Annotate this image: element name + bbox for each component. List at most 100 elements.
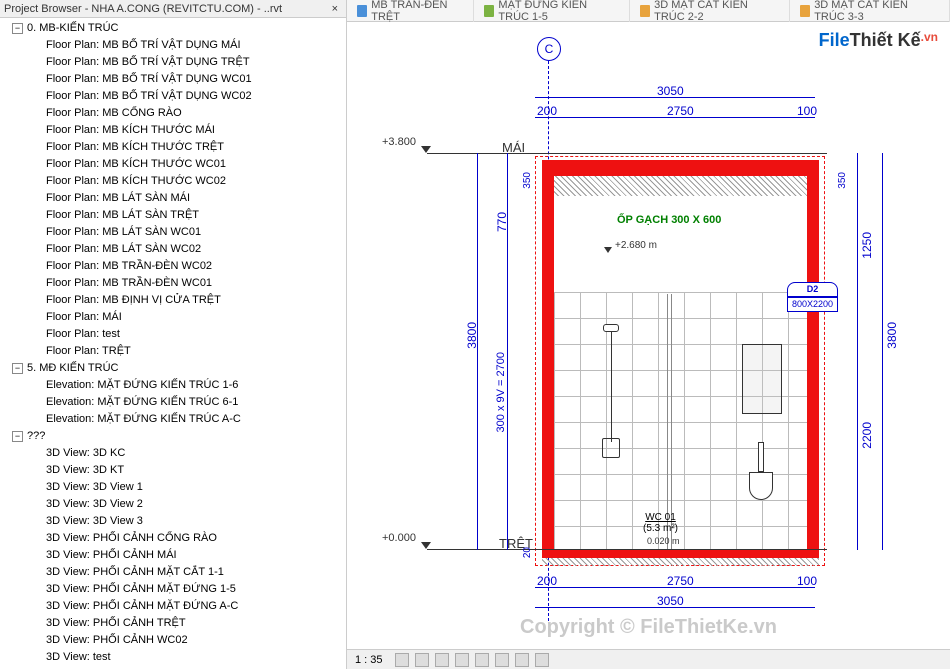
status-bar: 1 : 35 [347,649,950,669]
floor-hatch [542,558,819,566]
tree-item[interactable]: Floor Plan: TRỆT [0,343,346,360]
tree-item[interactable]: 3D View: PHỐI CẢNH WC02 [0,632,346,649]
close-icon[interactable]: × [328,3,342,15]
tree-item[interactable]: Floor Plan: MB BỐ TRÍ VẬT DỤNG WC01 [0,71,346,88]
dim-line [882,153,883,550]
floor-slab [542,550,819,558]
tree-item[interactable]: Floor Plan: MB KÍCH THƯỚC WC01 [0,156,346,173]
dim-right-total: 3800 [885,322,899,349]
dim-left-350: 350 [522,172,533,189]
tab-label: 3D MẶT CẮT KIẾN TRÚC 3-3 [814,0,939,23]
tree-item[interactable]: 3D View: test [0,649,346,666]
dim-line [477,153,478,550]
dim-left-above: 770 [495,212,509,232]
floor-level-mark: 0.020 m [647,536,680,546]
tree-item[interactable]: 3D View: 3D View 2 [0,496,346,513]
tree-item[interactable]: Floor Plan: MÁI [0,309,346,326]
browser-title: Project Browser - NHA A.CONG (REVITCTU.C… [4,3,282,15]
scale-label[interactable]: 1 : 35 [355,654,383,666]
tree-item[interactable]: Floor Plan: MB KÍCH THƯỚC WC02 [0,173,346,190]
tree-item[interactable]: Floor Plan: MB LÁT SÀN WC01 [0,224,346,241]
tree-item[interactable]: Floor Plan: MB LÁT SÀN TRỆT [0,207,346,224]
dim-right-350: 350 [837,172,848,189]
tab-label: MẶT ĐỨNG KIẾN TRÚC 1-5 [498,0,618,23]
d3-icon [800,5,810,17]
tree-item[interactable]: Elevation: MẶT ĐỨNG KIẾN TRÚC A-C [0,411,346,428]
dim-bot-total: 3050 [657,594,684,608]
tree-item[interactable]: 3D View: PHỐI CẢNH TRỆT [0,615,346,632]
sun-path-icon[interactable] [435,653,449,667]
level-mark-top: +3.800 [382,136,416,148]
expander-icon[interactable]: − [12,431,23,442]
shower-head [603,324,619,332]
tree-item[interactable]: Floor Plan: MB TRẦN-ĐÈN WC01 [0,275,346,292]
wall-right [807,160,819,555]
reveal-hidden-icon[interactable] [535,653,549,667]
tree-item[interactable]: Floor Plan: MB KÍCH THƯỚC TRỆT [0,139,346,156]
dim-left-total: 3800 [465,322,479,349]
tree-item[interactable]: 3D View: PHỐI CẢNH MẶT CẮT 1-1 [0,564,346,581]
d3-icon [640,5,650,17]
tree-item[interactable]: 3D View: PHỐI CẢNH MẶT ĐỨNG 1-5 [0,581,346,598]
ceiling-hatch [552,176,812,196]
tree-item[interactable]: Floor Plan: MB BỐ TRÍ VẬT DỤNG MÁI [0,37,346,54]
tree-item[interactable]: Floor Plan: MB ĐỊNH VỊ CỬA TRỆT [0,292,346,309]
plan-icon [357,5,367,17]
level-marker-icon [604,247,612,253]
tree-item[interactable]: Floor Plan: test [0,326,346,343]
tree-group[interactable]: −5. MĐ KIẾN TRÚC [0,360,346,377]
detail-level-icon[interactable] [395,653,409,667]
hide-isolate-icon[interactable] [515,653,529,667]
tree-item[interactable]: 3D View: PHỐI CẢNH MẶT ĐỨNG A-C [0,598,346,615]
dim-top-left: 200 [537,104,557,118]
tile-note: ỐP GẠCH 300 X 600 [617,214,721,226]
tree-item[interactable]: 3D View: 3D View 1 [0,479,346,496]
expander-icon[interactable]: − [12,363,23,374]
tree-item[interactable]: Elevation: MẶT ĐỨNG KIẾN TRÚC 1-6 [0,377,346,394]
tree-item[interactable]: Floor Plan: MB LÁT SÀN MÁI [0,190,346,207]
crop-region-icon[interactable] [495,653,509,667]
project-browser-panel: Project Browser - NHA A.CONG (REVITCTU.C… [0,0,347,669]
dim-top-total: 3050 [657,84,684,98]
tree-item[interactable]: Floor Plan: MB KÍCH THƯỚC MÁI [0,122,346,139]
mirror [742,344,782,414]
dim-top-mid: 2750 [667,104,694,118]
tree-item[interactable]: Floor Plan: MB TRẦN-ĐÈN WC02 [0,258,346,275]
tree-item[interactable]: Floor Plan: MB BỐ TRÍ VẬT DỤNG WC02 [0,88,346,105]
level-mark-mid: +2.680 m [615,240,657,251]
door-tag[interactable]: D2 800X2200 [787,282,838,312]
level-mark-bot: +0.000 [382,532,416,544]
tree-item[interactable]: Floor Plan: MB CỔNG RÀO [0,105,346,122]
watermark-logo: FileThiết Kế.vn [819,30,938,51]
dim-line [857,153,858,550]
main-area: MB TRẦN-ĐÈN TRỆT MẶT ĐỨNG KIẾN TRÚC 1-5 3D… [347,0,950,669]
room-tag[interactable]: WC 01 (5.3 m²) [643,512,678,534]
tree-item[interactable]: 3D View: 3D View 3 [0,513,346,530]
tile-wall [554,292,807,550]
tree-item[interactable]: Elevation: MẶT ĐỨNG KIẾN TRÚC 6-1 [0,394,346,411]
shadows-icon[interactable] [455,653,469,667]
expander-icon[interactable]: − [12,23,23,34]
level-line-bot [427,549,827,550]
grid-bubble[interactable]: C [537,37,561,61]
tree-group[interactable]: −0. MB-KIẾN TRÚC [0,20,346,37]
level-line-top [427,153,827,154]
tree-item[interactable]: Floor Plan: MB BỐ TRÍ VẬT DỤNG TRỆT [0,54,346,71]
drawing-canvas[interactable]: FileThiết Kế.vn C 3050 200 2750 100 +3.8… [347,22,950,669]
dim-left-20: 20 [522,547,533,558]
copyright-watermark: Copyright © FileThietKe.vn [520,616,777,639]
crop-icon[interactable] [475,653,489,667]
tree-item[interactable]: 3D View: 3D KC [0,445,346,462]
visual-style-icon[interactable] [415,653,429,667]
tree-item[interactable]: 3D View: PHỐI CẢNH MÁI [0,547,346,564]
tab-label: 3D MẶT CẮT KIẾN TRÚC 2-2 [654,0,779,23]
tree-group[interactable]: −??? [0,428,346,445]
tab-label: MB TRẦN-ĐÈN TRỆT [371,0,463,23]
tree-item[interactable]: 3D View: PHỐI CẢNH CỔNG RÀO [0,530,346,547]
roof-slab [552,160,812,176]
tree-item[interactable]: Floor Plan: MB LÁT SÀN WC02 [0,241,346,258]
dim-right-lower: 2200 [860,422,874,449]
browser-tree[interactable]: −0. MB-KIẾN TRÚCFloor Plan: MB BỐ TRÍ VẬ… [0,18,346,669]
dim-bot-left: 200 [537,574,557,588]
tree-item[interactable]: 3D View: 3D KT [0,462,346,479]
